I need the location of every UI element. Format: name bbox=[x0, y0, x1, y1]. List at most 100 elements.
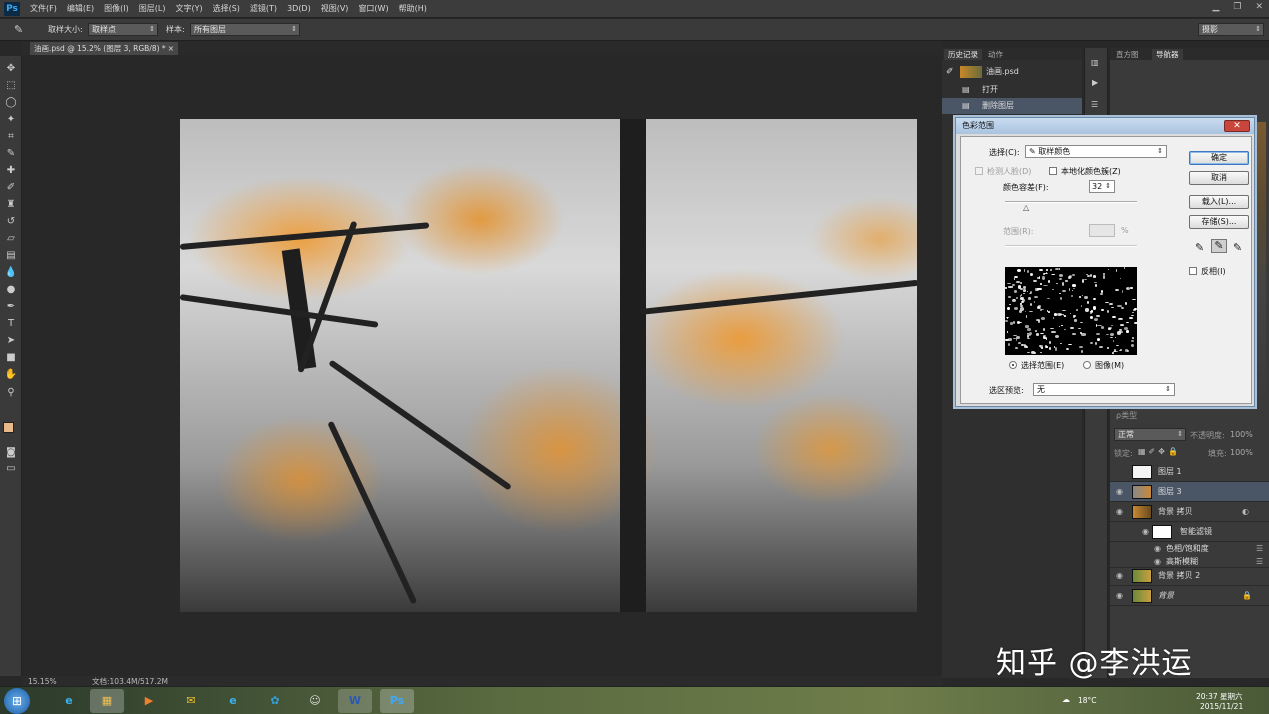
start-button[interactable]: ⊞ bbox=[4, 688, 30, 714]
menu-image[interactable]: 图像(I) bbox=[104, 0, 129, 18]
move-tool-icon[interactable]: ✥ bbox=[4, 62, 18, 76]
layer-row[interactable]: ◉ 背景 🔒 bbox=[1110, 586, 1269, 606]
explorer-icon[interactable]: ▦ bbox=[90, 689, 124, 713]
type-tool-icon[interactable]: T bbox=[4, 317, 18, 331]
eye-icon[interactable]: ◉ bbox=[1116, 586, 1123, 606]
menu-3d[interactable]: 3D(D) bbox=[287, 0, 311, 18]
eyedropper-icon[interactable]: ✎ bbox=[1195, 241, 1204, 254]
history-panel-icon[interactable]: ▥ bbox=[1091, 58, 1099, 67]
qq-icon[interactable]: ☺ bbox=[298, 689, 332, 713]
menu-help[interactable]: 帮助(H) bbox=[399, 0, 427, 18]
photoshop-taskbar-icon[interactable]: Ps bbox=[380, 689, 414, 713]
eyedropper-tool-icon[interactable]: ✎ bbox=[4, 147, 18, 161]
quick-select-tool-icon[interactable]: ✦ bbox=[4, 113, 18, 127]
dialog-titlebar[interactable]: 色彩范围 ✕ bbox=[956, 118, 1254, 134]
app-icon[interactable]: ✿ bbox=[258, 689, 292, 713]
stamp-tool-icon[interactable]: ♜ bbox=[4, 198, 18, 212]
localized-color-clusters-checkbox[interactable] bbox=[1049, 167, 1057, 175]
menu-file[interactable]: 文件(F) bbox=[30, 0, 57, 18]
minimize-button[interactable]: ▁ bbox=[1212, 2, 1219, 12]
foreground-color-swatch[interactable] bbox=[3, 422, 14, 433]
tab-navigator[interactable]: 导航器 bbox=[1152, 49, 1183, 60]
workspace-select[interactable]: 摄影 bbox=[1198, 23, 1264, 36]
detect-faces-checkbox[interactable] bbox=[975, 167, 983, 175]
eye-icon[interactable]: ◉ bbox=[1116, 502, 1123, 522]
menu-select[interactable]: 选择(S) bbox=[213, 0, 240, 18]
invert-checkbox[interactable] bbox=[1189, 267, 1197, 275]
ok-button[interactable]: 确定 bbox=[1189, 151, 1249, 165]
media-player-icon[interactable]: ▶ bbox=[132, 689, 166, 713]
maximize-button[interactable]: ❐ bbox=[1233, 2, 1241, 12]
close-button[interactable]: ✕ bbox=[1255, 2, 1263, 12]
eraser-tool-icon[interactable]: ▱ bbox=[4, 232, 18, 246]
blend-mode-select[interactable]: 正常 bbox=[1114, 428, 1186, 441]
ie-icon[interactable]: e bbox=[52, 689, 86, 713]
dodge-tool-icon[interactable]: ● bbox=[4, 283, 18, 297]
document-tab[interactable]: 油画.psd @ 15.2% (图层 3, RGB/8) * × bbox=[30, 42, 178, 55]
fuzziness-input[interactable]: 32 bbox=[1089, 180, 1115, 193]
browser-icon[interactable]: e bbox=[216, 689, 250, 713]
menu-filter[interactable]: 滤镜(T) bbox=[250, 0, 277, 18]
tab-histogram[interactable]: 直方图 bbox=[1112, 49, 1143, 60]
menu-window[interactable]: 窗口(W) bbox=[358, 0, 388, 18]
layer-row[interactable]: ◉ 智能滤镜 bbox=[1110, 522, 1269, 542]
properties-panel-icon[interactable]: ☰ bbox=[1091, 100, 1098, 109]
clock-time[interactable]: 20:37 星期六 bbox=[1196, 691, 1243, 702]
filter-row[interactable]: ◉ 色相/饱和度 ☰ bbox=[1110, 542, 1269, 555]
eyedropper-minus-icon[interactable]: ✎ bbox=[1233, 241, 1242, 254]
sample-size-select[interactable]: 取样点 bbox=[88, 23, 158, 36]
menu-type[interactable]: 文字(Y) bbox=[175, 0, 202, 18]
marquee-tool-icon[interactable]: ⬚ bbox=[4, 79, 18, 93]
selection-preview-image[interactable] bbox=[1005, 267, 1137, 355]
layer-row[interactable]: ◉ 背景 拷贝 2 bbox=[1110, 566, 1269, 586]
lasso-tool-icon[interactable]: ◯ bbox=[4, 96, 18, 110]
screen-mode-icon[interactable]: ▭ bbox=[4, 462, 18, 476]
layer-row[interactable]: 图层 1 bbox=[1110, 462, 1269, 482]
path-select-tool-icon[interactable]: ➤ bbox=[4, 334, 18, 348]
tab-actions[interactable]: 动作 bbox=[984, 49, 1007, 60]
eye-icon[interactable]: ◉ bbox=[1116, 482, 1123, 502]
fuzziness-slider-thumb[interactable]: △ bbox=[1023, 203, 1029, 212]
messenger-icon[interactable]: ✉ bbox=[174, 689, 208, 713]
hand-tool-icon[interactable]: ✋ bbox=[4, 368, 18, 382]
load-button[interactable]: 载入(L)... bbox=[1189, 195, 1249, 209]
healing-tool-icon[interactable]: ✚ bbox=[4, 164, 18, 178]
eye-icon[interactable]: ◉ bbox=[1116, 566, 1123, 586]
actions-panel-icon[interactable]: ▶ bbox=[1092, 78, 1098, 87]
range-input[interactable] bbox=[1089, 224, 1115, 237]
gradient-tool-icon[interactable]: ▤ bbox=[4, 249, 18, 263]
history-snapshot[interactable]: ✐ 油画.psd bbox=[942, 64, 1082, 80]
save-button[interactable]: 存储(S)... bbox=[1189, 215, 1249, 229]
crop-tool-icon[interactable]: ⌗ bbox=[4, 130, 18, 144]
layer-kind-filter[interactable]: ρ类型 bbox=[1116, 410, 1137, 421]
history-brush-source-icon[interactable]: ✐ bbox=[946, 64, 954, 80]
brush-tool-icon[interactable]: ✐ bbox=[4, 181, 18, 195]
clock-date[interactable]: 2015/11/21 bbox=[1200, 702, 1243, 711]
dialog-close-button[interactable]: ✕ bbox=[1224, 120, 1250, 132]
menu-layer[interactable]: 图层(L) bbox=[139, 0, 166, 18]
weather-icon[interactable]: ☁ bbox=[1062, 695, 1070, 704]
quick-mask-icon[interactable]: ◙ bbox=[4, 446, 18, 460]
blur-tool-icon[interactable]: 💧 bbox=[4, 266, 18, 280]
opacity-value[interactable]: 100% bbox=[1230, 430, 1253, 439]
menu-edit[interactable]: 编辑(E) bbox=[67, 0, 94, 18]
word-icon[interactable]: W bbox=[338, 689, 372, 713]
eyedropper-icon[interactable]: ✎ bbox=[14, 23, 23, 36]
history-item[interactable]: ▤ 打开 bbox=[942, 82, 1082, 98]
close-tab-icon[interactable]: × bbox=[168, 42, 174, 55]
tab-history[interactable]: 历史记录 bbox=[944, 49, 982, 60]
cancel-button[interactable]: 取消 bbox=[1189, 171, 1249, 185]
range-slider[interactable] bbox=[1005, 245, 1137, 247]
selection-radio[interactable] bbox=[1009, 361, 1017, 369]
image-radio[interactable] bbox=[1083, 361, 1091, 369]
layer-row[interactable]: ◉ 图层 3 bbox=[1110, 482, 1269, 502]
eye-icon[interactable]: ◉ bbox=[1154, 542, 1161, 555]
shape-tool-icon[interactable]: ■ bbox=[4, 351, 18, 365]
history-item[interactable]: ▤ 删除图层 bbox=[942, 98, 1082, 114]
eyedropper-plus-icon[interactable]: ✎ bbox=[1211, 239, 1227, 253]
selection-preview-select[interactable]: 无 bbox=[1033, 383, 1175, 396]
layer-row[interactable]: ◉ 背景 拷贝 ◐ bbox=[1110, 502, 1269, 522]
pen-tool-icon[interactable]: ✒ bbox=[4, 300, 18, 314]
document-canvas[interactable] bbox=[180, 119, 917, 612]
select-dropdown[interactable]: ✎ 取样颜色 bbox=[1025, 145, 1167, 158]
